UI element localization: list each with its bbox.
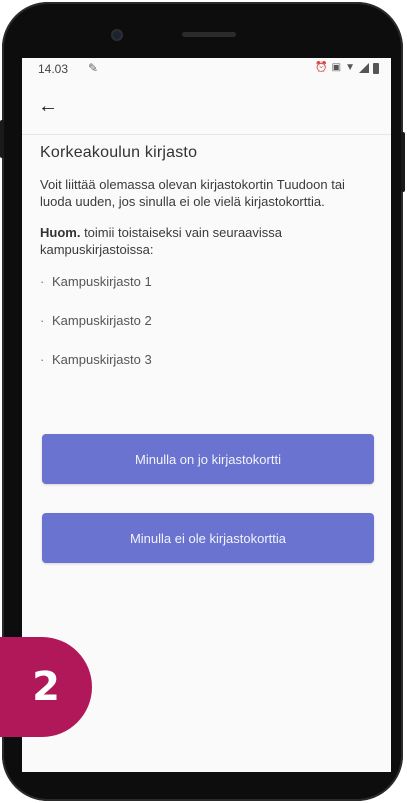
arrow-left-icon[interactable]: ←: [38, 96, 58, 116]
list-item: · Kampuskirjasto 1: [40, 274, 380, 313]
alarm-icon: ⏰: [315, 62, 328, 73]
app-bar: ←: [22, 82, 391, 135]
note-text: Huom. toimii toistaiseksi vain seuraavis…: [40, 224, 380, 258]
nfc-icon: ▣: [331, 62, 342, 73]
battery-icon: [373, 62, 379, 74]
library-name: Kampuskirjasto 3: [52, 352, 152, 367]
phone-side-button: [0, 120, 4, 158]
status-icons: ⏰ ▣ ▼: [315, 62, 379, 74]
bullet-icon: ·: [40, 352, 45, 367]
library-list: · Kampuskirjasto 1 · Kampuskirjasto 2 · Kam…: [40, 274, 380, 391]
signal-icon: [359, 63, 369, 73]
camera-icon: [111, 29, 123, 41]
note-bold: Huom.: [40, 225, 81, 240]
no-card-button[interactable]: Minulla ei ole kirjastokorttia: [42, 513, 374, 563]
wifi-icon: ▼: [345, 62, 355, 73]
has-card-button[interactable]: Minulla on jo kirjastokortti: [42, 434, 374, 484]
page-title: Korkeakoulun kirjasto: [40, 144, 198, 161]
phone-side-button: [401, 132, 405, 192]
speaker-grille: [182, 32, 236, 37]
step-number: 2: [32, 664, 60, 710]
library-name: Kampuskirjasto 2: [52, 313, 152, 328]
status-time: 14.03: [38, 62, 69, 76]
library-name: Kampuskirjasto 1: [52, 274, 152, 289]
bullet-icon: ·: [40, 313, 45, 328]
status-bar: 14.03 ✎ ⏰ ▣ ▼: [22, 58, 391, 82]
bullet-icon: ·: [40, 274, 45, 289]
list-item: · Kampuskirjasto 3: [40, 352, 380, 391]
intro-text: Voit liittää olemassa olevan kirjastokor…: [40, 177, 345, 209]
notification-icon: ✎: [88, 61, 99, 75]
list-item: · Kampuskirjasto 2: [40, 313, 380, 352]
main-content: Korkeakoulun kirjasto Voit liittää olema…: [40, 144, 380, 391]
